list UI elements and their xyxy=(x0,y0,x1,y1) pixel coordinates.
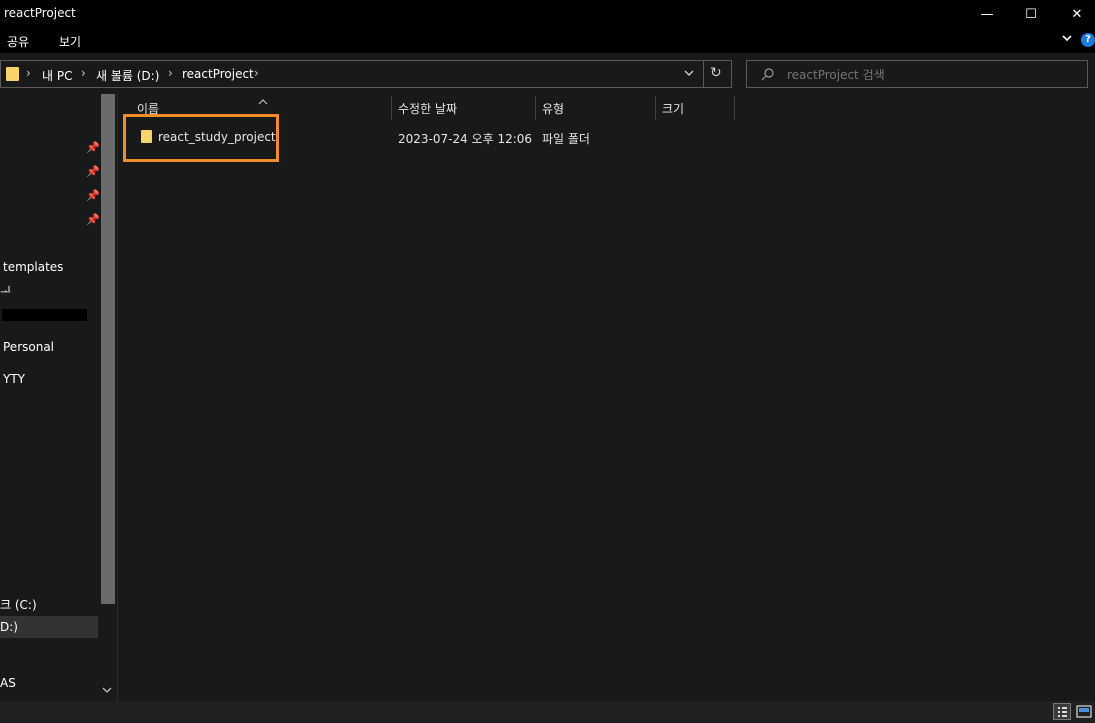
column-separator[interactable] xyxy=(535,96,536,120)
column-separator[interactable] xyxy=(655,96,656,120)
search-box[interactable] xyxy=(746,60,1088,88)
column-separator[interactable] xyxy=(734,96,735,120)
close-button[interactable]: ✕ xyxy=(1054,0,1095,28)
navigation-pane: 📌 📌 📌 📌 templates ᆚ Personal YTY 크 (C:) … xyxy=(0,94,117,701)
pin-icon[interactable]: 📌 xyxy=(86,165,100,178)
breadcrumb-volume-d[interactable]: 새 볼륨 (D:) xyxy=(96,67,159,84)
refresh-icon[interactable]: ↻ xyxy=(710,65,722,81)
tab-view[interactable]: 보기 xyxy=(59,33,81,50)
pane-divider xyxy=(117,94,118,701)
pin-icon[interactable]: 📌 xyxy=(86,141,100,154)
nav-scroll-down[interactable] xyxy=(102,684,112,698)
folder-icon xyxy=(6,67,19,81)
file-type: 파일 폴더 xyxy=(542,132,590,146)
search-input[interactable] xyxy=(785,64,1079,86)
address-dropdown-button[interactable] xyxy=(683,66,695,83)
nav-item-drive-c[interactable]: 크 (C:) xyxy=(0,596,37,613)
file-list: 이름 수정한 날짜 유형 크기 react_study_project 2023… xyxy=(120,94,1095,701)
help-icon[interactable]: ? xyxy=(1081,33,1095,47)
maximize-icon: ☐ xyxy=(1025,6,1037,22)
nav-item-yty[interactable]: YTY xyxy=(3,372,25,386)
breadcrumb-separator: › xyxy=(254,66,259,80)
large-icons-view-button[interactable] xyxy=(1075,703,1093,720)
pin-icon[interactable]: 📌 xyxy=(86,189,100,202)
file-modified: 2023-07-24 오후 12:06 xyxy=(398,132,533,146)
column-header-modified[interactable]: 수정한 날짜 xyxy=(398,100,457,117)
address-bar[interactable]: › 내 PC › 새 볼륨 (D:) › reactProject › ↻ xyxy=(0,60,732,88)
minimize-icon: — xyxy=(980,6,994,22)
title-bar: reactProject — ☐ ✕ xyxy=(0,0,1095,28)
minimize-button[interactable]: — xyxy=(964,0,1010,28)
column-header-size[interactable]: 크기 xyxy=(662,100,684,117)
highlight-box xyxy=(123,114,279,162)
ribbon: 공유 보기 ? xyxy=(0,28,1095,53)
close-icon: ✕ xyxy=(1071,6,1083,22)
column-header-type[interactable]: 유형 xyxy=(542,100,564,117)
nav-item-drive-d-selected[interactable]: D:) xyxy=(0,616,98,638)
breadcrumb-separator: › xyxy=(26,66,31,80)
address-divider xyxy=(703,61,704,87)
tab-share[interactable]: 공유 xyxy=(7,33,29,50)
nav-item-as[interactable]: AS xyxy=(0,676,16,690)
window-title: reactProject xyxy=(4,6,76,20)
nav-item-templates[interactable]: templates xyxy=(3,260,63,274)
pin-icon[interactable]: 📌 xyxy=(86,213,100,226)
nav-scrollbar-thumb[interactable] xyxy=(101,94,115,604)
breadcrumb-separator: › xyxy=(81,66,86,80)
nav-item-drive-d: D:) xyxy=(0,620,18,634)
address-row: › 내 PC › 새 볼륨 (D:) › reactProject › ↻ xyxy=(0,53,1095,94)
maximize-button[interactable]: ☐ xyxy=(1008,0,1054,28)
details-view-icon xyxy=(1058,707,1067,717)
chevron-down-icon xyxy=(1062,35,1072,42)
breadcrumb-reactproject[interactable]: reactProject xyxy=(182,67,254,81)
sort-ascending-icon xyxy=(258,94,268,108)
breadcrumb-my-pc[interactable]: 내 PC xyxy=(42,67,72,84)
breadcrumb-separator: › xyxy=(168,66,173,80)
chevron-down-icon xyxy=(102,687,112,693)
nav-item-personal[interactable]: Personal xyxy=(3,340,54,354)
search-icon xyxy=(761,67,775,84)
redacted-item xyxy=(2,309,87,321)
status-bar xyxy=(0,701,1095,722)
column-separator[interactable] xyxy=(391,96,392,120)
nav-item-truncated[interactable]: ᆚ xyxy=(0,283,11,300)
large-icons-view-icon xyxy=(1076,705,1092,718)
details-view-button[interactable] xyxy=(1053,703,1071,720)
ribbon-expand-button[interactable] xyxy=(1061,32,1073,46)
chevron-down-icon xyxy=(684,70,694,76)
